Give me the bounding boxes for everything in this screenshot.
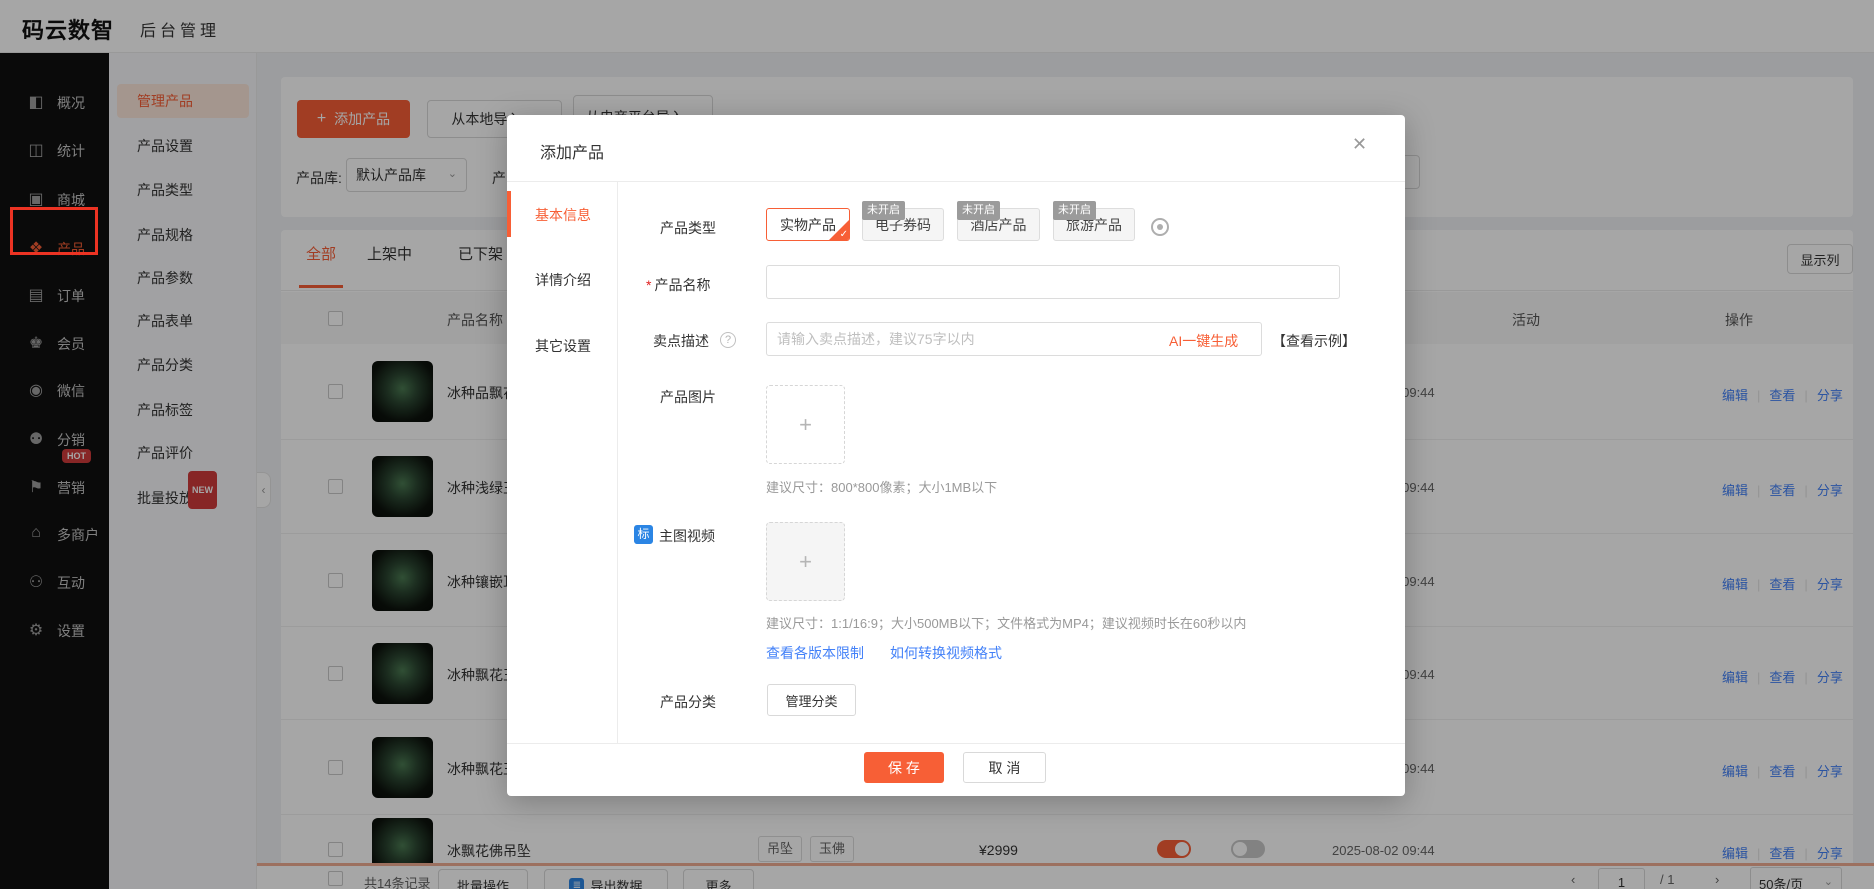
manage-category-label: 管理分类 xyxy=(785,691,837,710)
image-hint: 建议尺寸：800*800像素；大小1MB以下 xyxy=(766,477,997,496)
preview-eye-icon[interactable] xyxy=(1151,218,1169,236)
modal-tab-divider xyxy=(617,181,618,743)
upload-plus-icon: + xyxy=(799,412,812,438)
view-example-link[interactable]: 【查看示例】 xyxy=(1272,331,1356,351)
product-name-input[interactable] xyxy=(766,265,1340,299)
type-option-physical[interactable]: 实物产品 ✓ xyxy=(766,208,850,241)
upload-plus-icon: + xyxy=(799,549,812,575)
modal-header-divider xyxy=(507,181,1405,182)
help-icon: ? xyxy=(720,332,736,348)
main-video-label: 主图视频 xyxy=(659,526,715,546)
product-type-label: 产品类型 xyxy=(660,218,716,238)
add-product-modal: 添加产品 ✕ 基本信息 详情介绍 其它设置 产品类型 实物产品 ✓ 未开启 电子… xyxy=(507,115,1405,796)
modal-tab-detail[interactable]: 详情介绍 xyxy=(535,270,591,290)
modal-footer-divider xyxy=(507,743,1405,744)
product-name-label: *产品名称 xyxy=(646,275,710,295)
type-option-label: 实物产品 xyxy=(780,215,836,235)
manage-category-button[interactable]: 管理分类 xyxy=(767,684,856,716)
label-badge-icon: 标 xyxy=(634,525,653,544)
app-root: 码云数智 后台管理 ◧ 概况 ◫ 统计 ▣ 商城 ❖ 产品 ▤ 订单 ♚ 会员 … xyxy=(0,0,1874,889)
not-enabled-badge: 未开启 xyxy=(957,201,1000,220)
product-name-label-text: 产品名称 xyxy=(654,277,710,293)
image-upload-box[interactable]: + xyxy=(766,385,845,464)
save-label: 保 存 xyxy=(888,758,920,778)
product-category-label: 产品分类 xyxy=(660,692,716,712)
ai-generate-button[interactable]: AI一键生成 xyxy=(1169,331,1238,351)
save-button[interactable]: 保 存 xyxy=(864,752,944,783)
annotation-highlight-box xyxy=(10,207,98,255)
modal-tab-other-settings[interactable]: 其它设置 xyxy=(535,336,591,356)
cancel-label: 取 消 xyxy=(989,758,1021,778)
product-image-label: 产品图片 xyxy=(660,387,716,407)
video-upload-box[interactable]: + xyxy=(766,522,845,601)
check-icon: ✓ xyxy=(840,229,848,240)
cancel-button[interactable]: 取 消 xyxy=(963,752,1046,783)
close-icon[interactable]: ✕ xyxy=(1352,134,1367,155)
required-asterisk: * xyxy=(646,277,651,293)
modal-tab-basic-info[interactable]: 基本信息 xyxy=(535,205,591,225)
modal-title: 添加产品 xyxy=(540,139,604,163)
video-hint: 建议尺寸：1:1/16:9；大小500MB以下；文件格式为MP4；建议视频时长在… xyxy=(766,613,1246,632)
active-modal-tab-bar xyxy=(507,191,511,237)
not-enabled-badge: 未开启 xyxy=(1053,201,1096,220)
not-enabled-badge: 未开启 xyxy=(862,201,905,220)
convert-format-link[interactable]: 如何转换视频格式 xyxy=(890,643,1002,663)
version-limit-link[interactable]: 查看各版本限制 xyxy=(766,643,864,663)
selling-point-label: 卖点描述 xyxy=(653,331,709,351)
